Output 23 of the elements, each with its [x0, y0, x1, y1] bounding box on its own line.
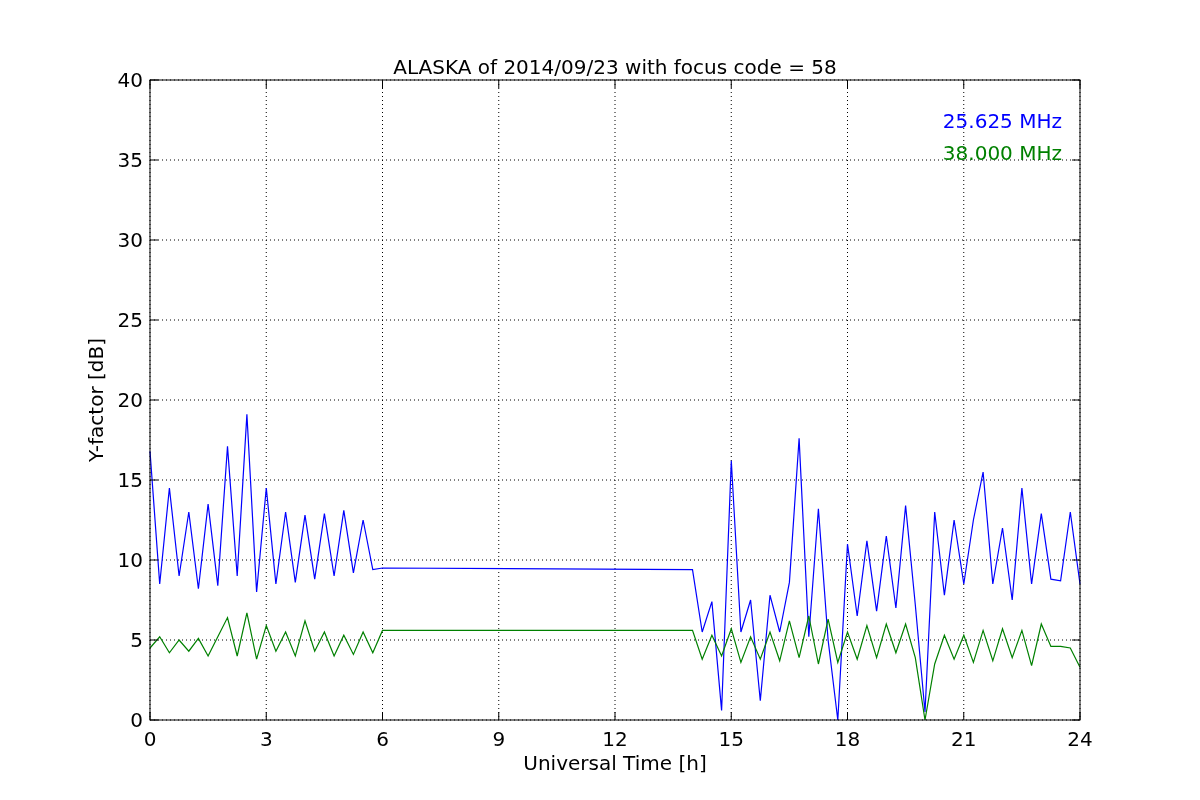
tick-label: 6: [376, 727, 389, 751]
tick-label: 12: [602, 727, 628, 751]
chart-title: ALASKA of 2014/09/23 with focus code = 58: [393, 55, 837, 79]
tick-label: 35: [117, 148, 143, 172]
tick-label: 0: [143, 727, 157, 751]
tick-label: 5: [130, 628, 143, 652]
axis-label: Universal Time [h]: [523, 751, 707, 775]
tick-label: 21: [951, 727, 977, 751]
tick-label: 10: [117, 548, 143, 572]
tick-label: 9: [492, 727, 506, 751]
axis-label: Y-factor [dB]: [84, 338, 108, 462]
legend-label: 38.000 MHz: [942, 141, 1062, 165]
legend-label: 25.625 MHz: [942, 109, 1062, 133]
tick-label: 25: [117, 308, 143, 332]
tick-label: 24: [1067, 727, 1093, 751]
tick-label: 30: [117, 228, 143, 252]
tick-label: 0: [130, 708, 143, 732]
tick-label: 40: [117, 68, 143, 92]
tick-label: 3: [259, 727, 273, 751]
tick-label: 15: [117, 468, 143, 492]
tick-label: 15: [718, 727, 744, 751]
tick-label: 20: [117, 388, 143, 412]
tick-label: 18: [834, 727, 861, 751]
